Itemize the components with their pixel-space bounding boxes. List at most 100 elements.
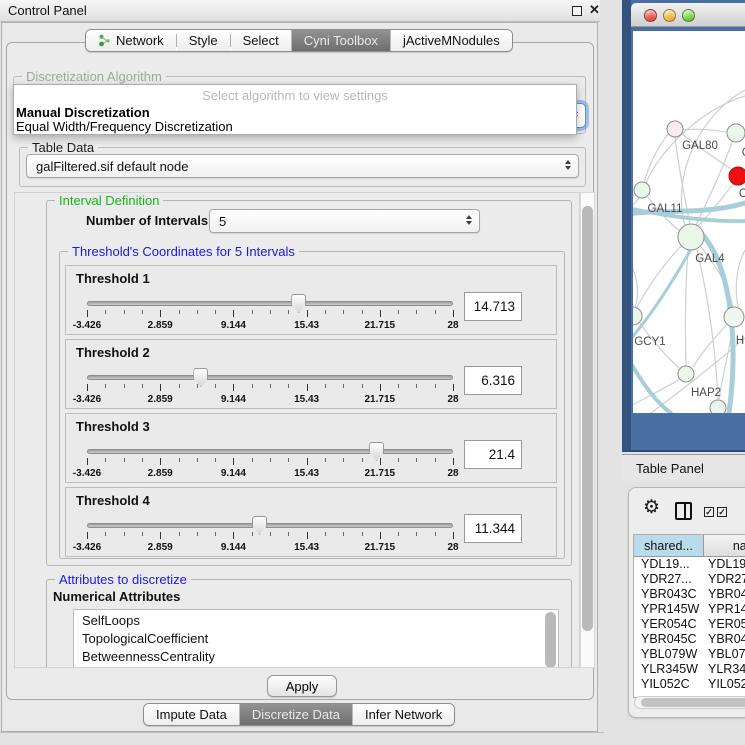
network-node[interactable] (729, 167, 745, 185)
network-node[interactable] (727, 124, 745, 142)
dropdown-option-manual[interactable]: Manual Discretization (16, 105, 150, 120)
table-data-combobox[interactable]: galFiltered.sif default node (26, 154, 579, 178)
table-row[interactable]: YLR345WYLR345W (634, 662, 745, 677)
threshold-value-input[interactable] (464, 366, 522, 395)
threshold-label: Threshold 3 (76, 419, 150, 434)
network-node-label: C (739, 188, 745, 200)
dropdown-prompt: Select algorithm to view settings (14, 88, 576, 103)
table-horizontal-scrollbar[interactable] (634, 696, 745, 709)
group-title: Interval Definition (55, 193, 163, 208)
algorithm-dropdown-popup: Select algorithm to view settings Manual… (13, 84, 577, 135)
number-of-intervals-label: Number of Intervals (86, 213, 208, 228)
combo-spinner-icon (565, 160, 571, 170)
panel-title: Control Panel (8, 3, 87, 18)
close-icon[interactable]: ✕ (589, 2, 600, 18)
table-row[interactable]: YER054CYER054C (634, 617, 745, 632)
column-header-shared-name[interactable]: shared... (634, 535, 704, 557)
minimize-traffic-light[interactable] (663, 9, 676, 22)
network-icon (98, 34, 111, 47)
slider-ticks: -3.4262.8599.14415.4321.71528 (87, 516, 453, 556)
bottom-tab-bar: Impute Data Discretize Data Infer Networ… (143, 703, 455, 726)
network-canvas[interactable]: GAL80GACGAL11GAL4GCY1HHAP2 (633, 31, 745, 413)
network-window: GAL80GACGAL11GAL4GCY1HHAP2 (622, 0, 745, 452)
tab-label: jActiveMNodules (403, 33, 500, 48)
tab-label: Infer Network (365, 707, 442, 722)
numerical-attributes-list[interactable]: SelfLoops TopologicalCoefficient Between… (73, 609, 559, 668)
table-rows: YDL19...YDL19...YDR27...YDR27...YBR043CY… (634, 557, 745, 694)
checkbox-icon[interactable]: ✓ (717, 507, 727, 517)
tab-label: Network (116, 33, 164, 48)
threshold-2-panel: Threshold 2 -3.4262.8599.14415.4321.7152… (65, 339, 557, 409)
float-icon[interactable] (572, 6, 582, 16)
network-node[interactable] (678, 224, 704, 250)
network-node[interactable] (634, 182, 650, 198)
column-view-icon[interactable] (675, 502, 692, 520)
control-panel-titlebar: Control Panel ✕ (0, 0, 600, 22)
list-scrollbar[interactable] (545, 612, 556, 668)
network-node[interactable] (633, 307, 642, 325)
list-item[interactable]: BetweennessCentrality (74, 648, 558, 666)
network-node-label: H (736, 335, 744, 347)
threshold-3-slider[interactable]: -3.4262.8599.14415.4321.71528 (87, 442, 453, 482)
settings-scrollbar[interactable] (580, 192, 595, 668)
list-item[interactable]: TopologicalCoefficient (74, 630, 558, 648)
table-panel-window: ⚙ ✓ ✓ shared... name YDL19...YDL19...YDR… (628, 487, 745, 718)
numerical-attributes-label: Numerical Attributes (53, 589, 180, 604)
threshold-4-slider[interactable]: -3.4262.8599.14415.4321.71528 (87, 516, 453, 556)
table-data-selected-value: galFiltered.sif default node (36, 159, 188, 174)
tab-jactivemnodules[interactable]: jActiveMNodules (390, 30, 512, 51)
tab-cyni-toolbox[interactable]: Cyni Toolbox (291, 30, 390, 51)
threshold-label: Threshold 2 (76, 345, 150, 360)
zoom-traffic-light[interactable] (682, 9, 695, 22)
scrollbar-thumb[interactable] (641, 698, 745, 707)
tab-label: Select (243, 33, 279, 48)
threshold-value-input[interactable] (464, 440, 522, 469)
threshold-3-panel: Threshold 3 -3.4262.8599.14415.4321.7152… (65, 413, 557, 483)
tab-infer-network[interactable]: Infer Network (352, 704, 454, 725)
tab-label: Discretize Data (252, 707, 340, 722)
threshold-value-input[interactable] (464, 292, 522, 321)
apply-button[interactable]: Apply (267, 675, 337, 697)
threshold-2-slider[interactable]: -3.4262.8599.14415.4321.71528 (87, 368, 453, 408)
table-row[interactable]: YDL19...YDL19... (634, 557, 745, 572)
table-panel-bar: Table Panel (622, 454, 745, 481)
panel-bottom-divider (0, 732, 604, 733)
tab-style[interactable]: Style (177, 30, 230, 51)
table-row[interactable]: YBL079WYBL079W (634, 647, 745, 662)
network-node[interactable] (710, 400, 726, 413)
tab-discretize-data[interactable]: Discretize Data (239, 704, 352, 725)
network-node[interactable] (667, 121, 683, 137)
column-header-name[interactable]: name (704, 535, 745, 557)
table-row[interactable]: YPR145WYPR145W (634, 602, 745, 617)
gear-icon[interactable]: ⚙ (643, 496, 660, 519)
combo-spinner-icon (466, 215, 472, 225)
node-table: shared... name YDL19...YDL19...YDR27...Y… (633, 534, 745, 698)
tab-select[interactable]: Select (231, 30, 291, 51)
scrollbar-thumb[interactable] (582, 206, 593, 631)
tab-impute-data[interactable]: Impute Data (144, 704, 239, 725)
network-node-label: GAL80 (682, 140, 718, 152)
tab-label: Cyni Toolbox (304, 33, 378, 48)
group-title: Attributes to discretize (55, 572, 191, 587)
number-of-intervals-value: 5 (219, 214, 226, 229)
number-of-intervals-combobox[interactable]: 5 (209, 209, 480, 233)
table-row[interactable]: YDR27...YDR27... (634, 572, 745, 587)
group-title: Discretization Algorithm (22, 69, 166, 84)
network-node[interactable] (678, 366, 694, 382)
threshold-label: Threshold 1 (76, 271, 150, 286)
tab-label: Impute Data (156, 707, 227, 722)
threshold-value-input[interactable] (464, 514, 522, 543)
network-window-titlebar[interactable] (631, 3, 745, 27)
tab-network[interactable]: Network (86, 30, 176, 51)
checkbox-icon[interactable]: ✓ (704, 507, 714, 517)
list-item[interactable]: SelfLoops (74, 610, 558, 630)
dropdown-option-equal-width[interactable]: Equal Width/Frequency Discretization (16, 119, 233, 134)
table-row[interactable]: YBR043CYBR043C (634, 587, 745, 602)
close-traffic-light[interactable] (644, 9, 657, 22)
threshold-1-slider[interactable]: -3.4262.8599.14415.4321.71528 (87, 294, 453, 334)
table-row[interactable]: YIL052CYIL052C (634, 677, 745, 692)
threshold-4-panel: Threshold 4 -3.4262.8599.14415.4321.7152… (65, 487, 557, 557)
table-row[interactable]: YBR045CYBR045C (634, 632, 745, 647)
network-node[interactable] (724, 307, 744, 327)
group-title: Table Data (28, 140, 98, 155)
